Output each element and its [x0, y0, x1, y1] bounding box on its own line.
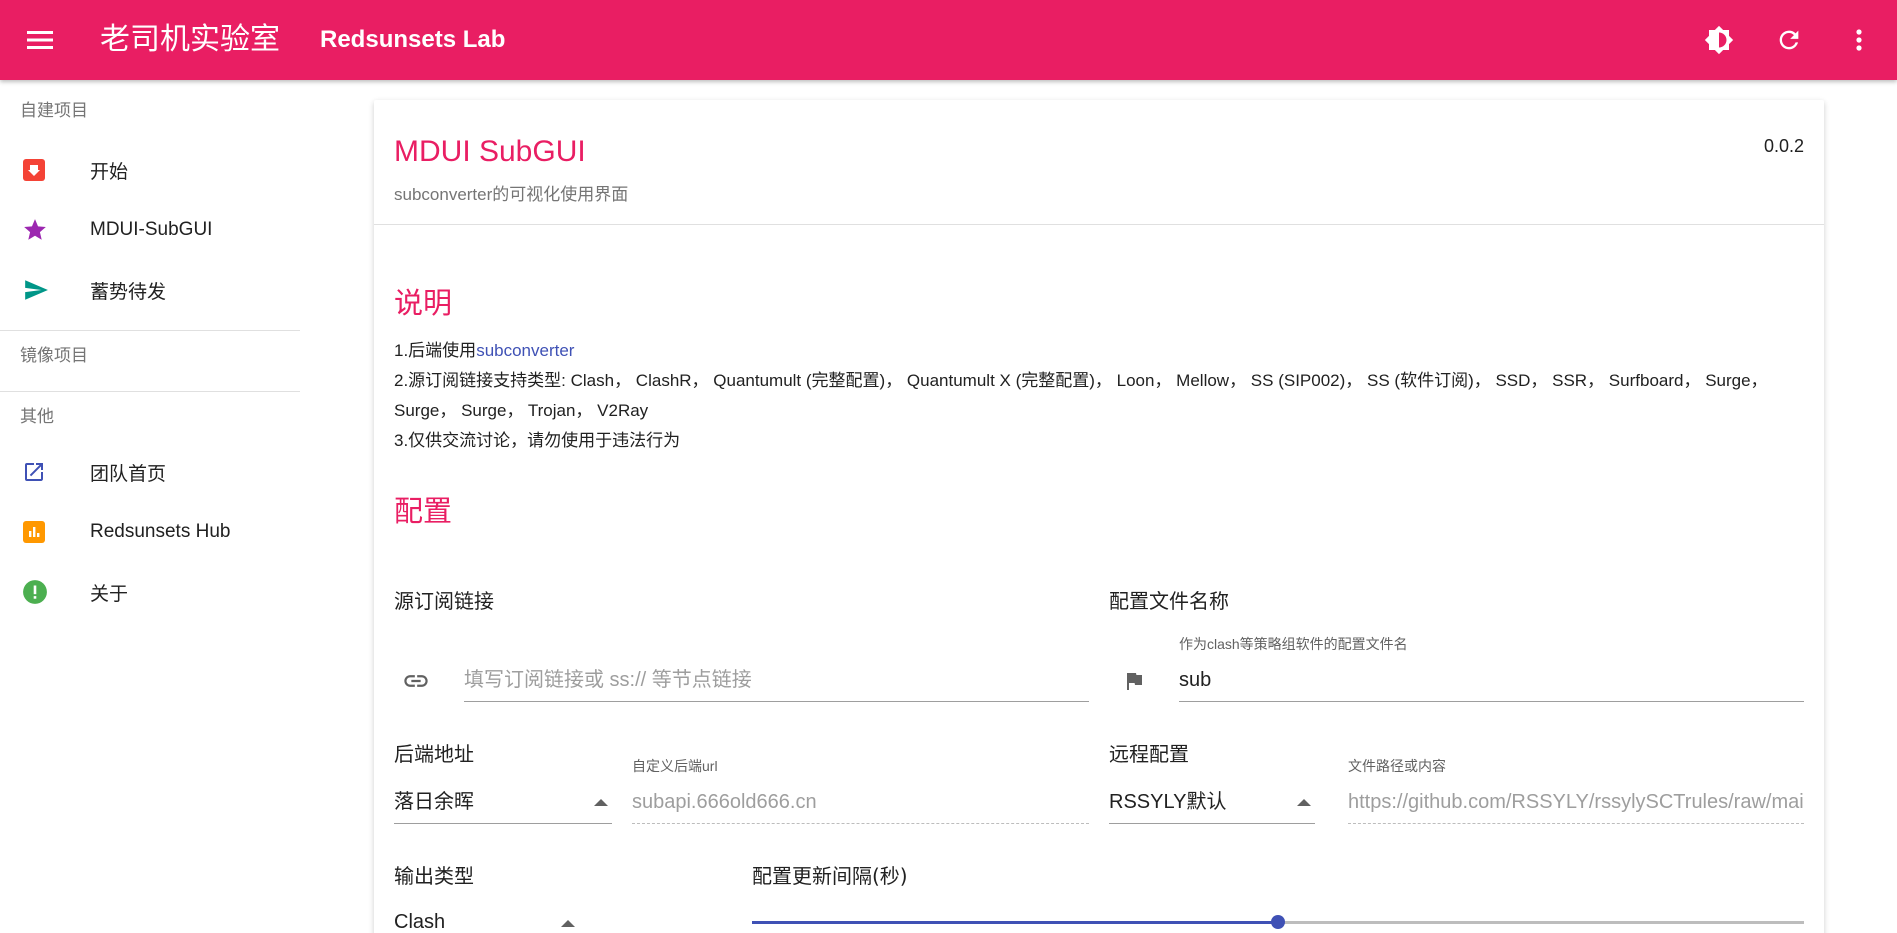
flag-icon — [1121, 668, 1147, 694]
drawer-item-label: Redsunsets Hub — [90, 521, 231, 542]
update-interval-label: 配置更新间隔(秒) — [752, 864, 908, 888]
drawer-item-team-home[interactable]: 团队首页 — [0, 442, 300, 502]
update-interval-slider[interactable] — [752, 912, 1804, 932]
desc-line2: 2.源订阅链接支持类型: Clash， ClashR， Quantumult (… — [394, 371, 1768, 420]
backend-select[interactable]: 落日余晖 — [394, 780, 612, 824]
output-type-value: Clash — [394, 911, 446, 933]
dropdown-arrow-icon — [594, 799, 608, 806]
remote-path-hint: 文件路径或内容 — [1348, 758, 1446, 774]
remote-config-value: RSSYLY默认 — [1109, 791, 1227, 813]
link-icon — [402, 667, 430, 695]
drawer-item-start[interactable]: 开始 — [0, 140, 300, 200]
custom-backend-input[interactable]: subapi.666old666.cn — [632, 780, 1089, 824]
output-type-select[interactable]: Clash — [394, 900, 579, 933]
card-header-divider — [374, 224, 1824, 225]
send-icon — [0, 277, 70, 303]
card-subtitle: subconverter的可视化使用界面 — [394, 185, 629, 204]
refresh-icon[interactable] — [1769, 20, 1809, 60]
desc-heading: 说明 — [394, 286, 453, 320]
drawer-item-label: 团队首页 — [90, 463, 167, 485]
remote-path-input[interactable]: https://github.com/RSSYLY/rssylySCTrules… — [1348, 780, 1804, 824]
chart-icon — [0, 520, 70, 544]
config-heading: 配置 — [394, 494, 453, 528]
app-brand-title[interactable]: 老司机实验室 — [100, 20, 280, 60]
nav-drawer: 自建项目 开始 MDUI-SubGUI 蓄势待发 镜像项目 其他 团队首页 Re… — [0, 80, 300, 933]
filename-label: 配置文件名称 — [1109, 589, 1229, 613]
drawer-section-self-built: 自建项目 — [20, 101, 88, 120]
info-icon — [0, 579, 70, 605]
drawer-item-label: 开始 — [90, 161, 129, 183]
desc-line1-prefix: 1.后端使用 — [394, 341, 477, 360]
drawer-item-label: 关于 — [90, 583, 129, 605]
filename-hint: 作为clash等策略组软件的配置文件名 — [1179, 636, 1408, 652]
filename-value: sub — [1179, 669, 1212, 691]
drawer-section-other: 其他 — [20, 407, 54, 426]
drawer-section-mirror: 镜像项目 — [20, 346, 88, 365]
drawer-item-ready[interactable]: 蓄势待发 — [0, 260, 300, 320]
remote-config-select[interactable]: RSSYLY默认 — [1109, 780, 1315, 824]
custom-backend-placeholder: subapi.666old666.cn — [632, 791, 817, 813]
version-label: 0.0.2 — [1763, 136, 1804, 156]
remote-config-label: 远程配置 — [1109, 742, 1189, 766]
main-card: MDUI SubGUI subconverter的可视化使用界面 0.0.2 说… — [374, 100, 1824, 933]
custom-backend-hint: 自定义后端url — [632, 758, 718, 774]
more-vert-icon[interactable] — [1839, 20, 1879, 60]
subconverter-link[interactable]: subconverter — [476, 341, 574, 360]
card-title: MDUI SubGUI — [394, 135, 586, 168]
drawer-item-label: 蓄势待发 — [90, 281, 167, 303]
source-url-input[interactable]: 填写订阅链接或 ss:// 等节点链接 — [464, 658, 1089, 702]
drawer-item-redsunsets-hub[interactable]: Redsunsets Hub — [0, 502, 300, 562]
slider-fill — [752, 921, 1278, 924]
brightness-icon[interactable] — [1699, 20, 1739, 60]
drawer-item-label: MDUI-SubGUI — [90, 219, 213, 240]
star-icon — [0, 217, 70, 243]
drawer-item-mdui-subgui[interactable]: MDUI-SubGUI — [0, 200, 300, 260]
backend-value: 落日余晖 — [394, 791, 474, 813]
source-url-placeholder: 填写订阅链接或 ss:// 等节点链接 — [464, 669, 752, 691]
start-icon — [0, 158, 70, 182]
remote-path-placeholder: https://github.com/RSSYLY/rssylySCTrules… — [1348, 791, 1804, 813]
slider-thumb[interactable] — [1271, 915, 1285, 929]
description-text: 1.后端使用subconverter 2.源订阅链接支持类型: Clash， C… — [394, 336, 1804, 456]
desc-line3: 3.仅供交流讨论，请勿使用于违法行为 — [394, 431, 681, 450]
drawer-item-about[interactable]: 关于 — [0, 562, 300, 622]
output-type-label: 输出类型 — [394, 864, 474, 888]
dropdown-arrow-icon — [561, 920, 575, 927]
app-subtitle: Redsunsets Lab — [320, 26, 506, 53]
app-bar: 老司机实验室 Redsunsets Lab — [0, 0, 1897, 80]
open-in-new-icon — [0, 460, 70, 484]
filename-input[interactable]: sub — [1179, 658, 1804, 702]
menu-icon[interactable] — [20, 22, 60, 58]
backend-label: 后端地址 — [394, 742, 474, 766]
dropdown-arrow-icon — [1297, 799, 1311, 806]
source-label: 源订阅链接 — [394, 589, 494, 613]
